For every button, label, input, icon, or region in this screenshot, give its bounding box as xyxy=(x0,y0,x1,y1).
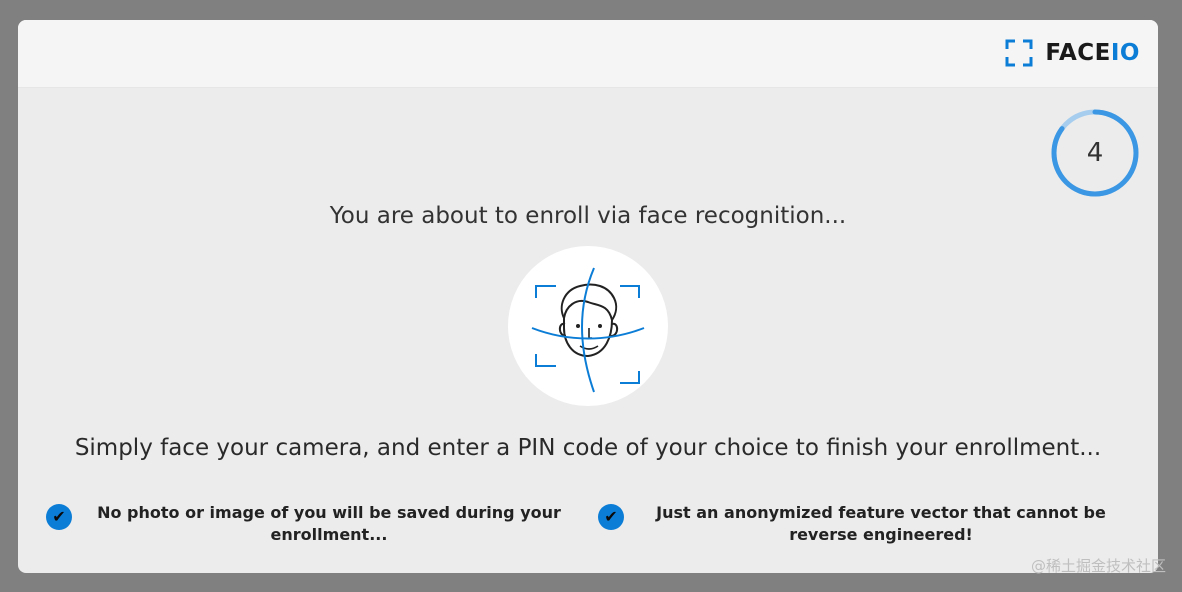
modal-header: FACEIO xyxy=(18,20,1158,88)
faceio-logo: FACEIO xyxy=(1005,38,1140,68)
countdown-value: 4 xyxy=(1086,138,1104,168)
instructions-text: Simply face your camera, and enter a PIN… xyxy=(74,435,1102,461)
check-icon: ✔ xyxy=(46,504,72,530)
check-icon: ✔ xyxy=(598,504,624,530)
intro-heading: You are about to enroll via face recogni… xyxy=(329,203,847,229)
face-scan-icon xyxy=(531,267,645,393)
brand-name-prefix: FACE xyxy=(1045,39,1111,66)
brand-name-suffix: IO xyxy=(1110,39,1140,66)
feature-text: Just an anonymized feature vector that c… xyxy=(656,503,1106,544)
brand-name: FACEIO xyxy=(1045,39,1140,66)
countdown-timer: 4 xyxy=(1050,108,1140,198)
feature-text: No photo or image of you will be saved d… xyxy=(97,503,561,544)
face-frame-logo-icon xyxy=(1005,39,1033,67)
feature-item-no-photo: ✔ No photo or image of you will be saved… xyxy=(44,502,564,554)
face-recognition-illustration xyxy=(508,246,668,406)
feature-item-anonymized-vector: ✔ Just an anonymized feature vector that… xyxy=(596,502,1116,554)
enrollment-modal: FACEIO 4 You are about to enroll via fac… xyxy=(18,20,1158,573)
watermark-text: @稀土掘金技术社区 xyxy=(1030,557,1166,575)
